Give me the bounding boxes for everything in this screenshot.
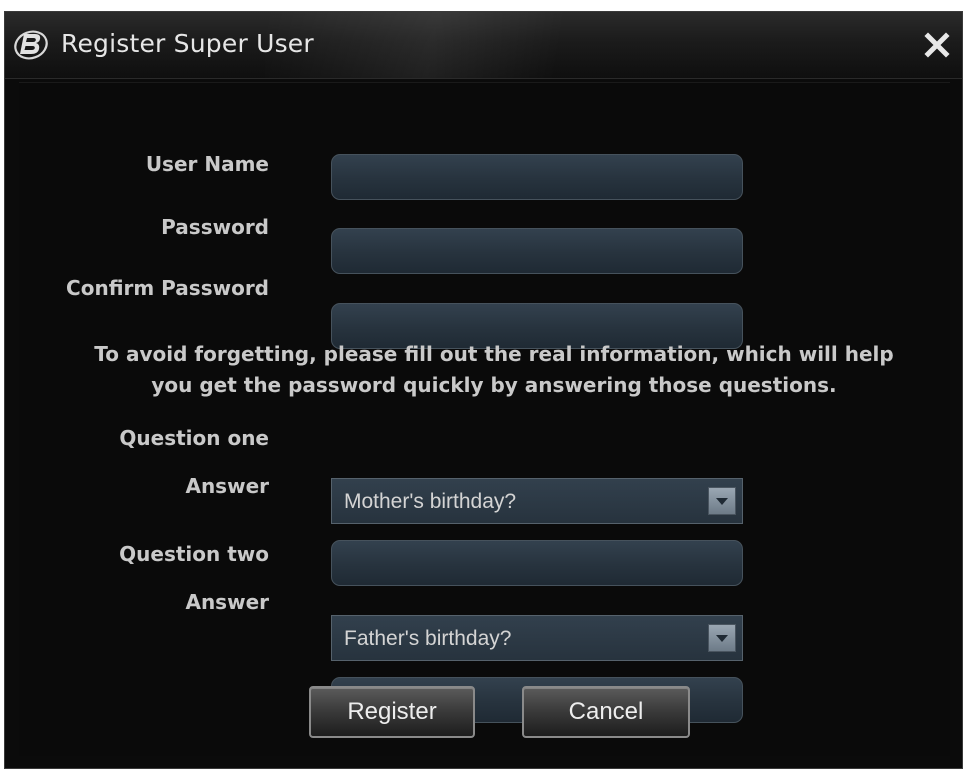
register-button[interactable]: Register (309, 686, 475, 738)
app-logo-b-icon (14, 30, 48, 60)
form-body: User Name Password Confirm Password To a… (19, 82, 950, 756)
register-super-user-dialog: Register Super User User Name Password C… (4, 11, 963, 769)
question-one-selected-value: Mother's birthday? (344, 490, 517, 513)
password-label: Password (161, 215, 269, 239)
window-title: Register Super User (61, 29, 314, 58)
question-two-select[interactable]: Father's birthday? (331, 615, 743, 661)
chevron-down-icon (716, 498, 728, 505)
question-one-select[interactable]: Mother's birthday? (331, 478, 743, 524)
answer-one-input[interactable] (331, 540, 743, 586)
close-icon[interactable] (922, 30, 952, 60)
confirm-password-label: Confirm Password (66, 276, 269, 300)
chevron-down-icon (716, 635, 728, 642)
question-two-dropdown-button[interactable] (708, 624, 736, 652)
question-one-dropdown-button[interactable] (708, 487, 736, 515)
info-line-2: you get the password quickly by answerin… (151, 373, 837, 397)
question-two-selected-value: Father's birthday? (344, 627, 512, 650)
answer-two-label: Answer (185, 590, 269, 614)
answer-one-label: Answer (185, 474, 269, 498)
user-name-label: User Name (145, 152, 269, 176)
question-one-label: Question one (119, 426, 269, 450)
cancel-button[interactable]: Cancel (522, 686, 690, 738)
password-input[interactable] (331, 228, 743, 274)
info-line-1: To avoid forgetting, please fill out the… (94, 342, 894, 366)
title-bar[interactable]: Register Super User (5, 12, 962, 79)
user-name-input[interactable] (331, 154, 743, 200)
question-two-label: Question two (119, 542, 269, 566)
info-text: To avoid forgetting, please fill out the… (29, 339, 959, 401)
